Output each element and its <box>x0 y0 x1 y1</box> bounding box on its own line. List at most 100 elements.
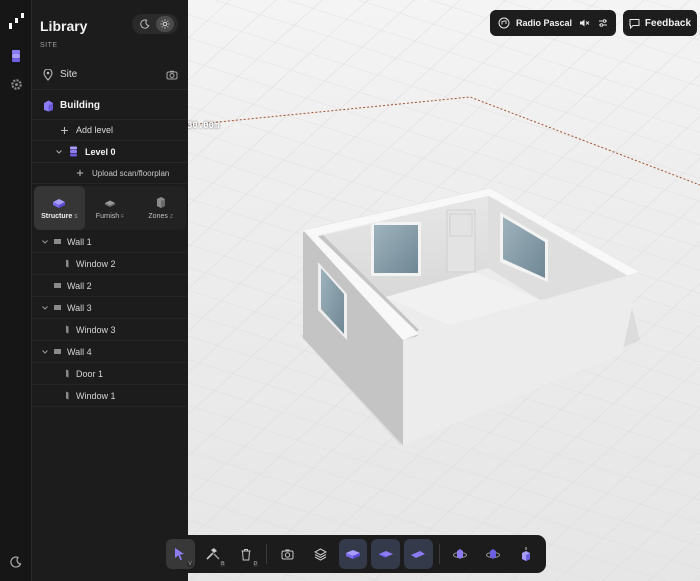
plus-icon <box>58 124 70 136</box>
tab-structure[interactable]: Structure S <box>34 186 85 230</box>
select-tool-button[interactable]: V <box>166 539 195 569</box>
build-key: B <box>220 561 226 567</box>
tree-item-label: Wall 1 <box>67 236 92 247</box>
door-icon <box>62 369 71 378</box>
tree-item-label: Window 2 <box>76 258 116 269</box>
level-stack-icon <box>67 146 79 158</box>
window-icon <box>62 259 71 268</box>
chevron-down-icon[interactable] <box>40 237 50 247</box>
orbit-right-button[interactable] <box>479 539 508 569</box>
window-2-glass <box>374 225 418 273</box>
tab-furnish-label: Furnish <box>95 212 120 220</box>
map-pin-icon <box>42 68 54 81</box>
building-label: Building <box>60 100 100 111</box>
building-row[interactable]: Building <box>32 92 188 120</box>
plus-icon <box>74 167 86 179</box>
window-icon <box>62 391 71 400</box>
select-key: V <box>187 561 193 567</box>
add-level-button[interactable]: Add level <box>32 120 188 141</box>
exploded-levels-icon <box>378 551 393 558</box>
tab-structure-label: Structure <box>41 212 73 220</box>
tab-furnish[interactable]: Furnish F <box>85 186 136 230</box>
wall-icon <box>53 347 62 356</box>
zones-icon <box>156 197 165 208</box>
panel-subtitle: SITE <box>40 42 58 49</box>
chevron-down-icon[interactable] <box>40 347 50 357</box>
chevron-down-icon[interactable] <box>40 303 50 313</box>
tab-zones[interactable]: Zones Z <box>135 186 186 230</box>
bottom-toolbar: V B D <box>160 535 546 573</box>
delete-key: D <box>252 561 259 567</box>
icon-rail <box>0 0 32 581</box>
build-tool-button[interactable]: B <box>199 539 228 569</box>
site-label: Site <box>60 69 78 80</box>
stacked-levels-icon <box>345 550 360 559</box>
view-stacked-button[interactable] <box>338 539 368 569</box>
tab-zones-label: Zones <box>148 213 168 220</box>
panel-title: Library <box>40 18 88 34</box>
delete-tool-button[interactable]: D <box>231 539 260 569</box>
tab-structure-key: S <box>74 213 78 220</box>
feedback-button[interactable]: Feedback <box>623 10 697 36</box>
tab-zones-key: Z <box>169 214 173 220</box>
view-solo-button[interactable] <box>404 539 433 569</box>
radio-player[interactable]: Radio Pascal <box>490 10 616 36</box>
trash-icon <box>241 548 251 560</box>
level-label: Level 0 <box>85 146 116 157</box>
chevron-down-icon[interactable] <box>54 147 64 157</box>
camera-icon[interactable] <box>166 69 178 81</box>
hammer-wrench-icon <box>206 548 220 560</box>
settings-gear-icon[interactable] <box>6 74 26 94</box>
theme-toggle[interactable] <box>132 14 178 34</box>
furnish-icon <box>105 200 115 207</box>
building-icon <box>42 100 54 112</box>
app-logo-icon <box>8 12 26 30</box>
upload-scan-button[interactable]: Upload scan/floorplan <box>32 163 188 184</box>
tree-item-window-2[interactable]: Window 2 <box>32 253 188 275</box>
structure-icon <box>53 198 66 208</box>
upload-label: Upload scan/floorplan <box>92 168 170 178</box>
window-icon <box>62 325 71 334</box>
toolbar-divider <box>438 544 440 564</box>
tree-item-label: Door 1 <box>76 368 104 379</box>
layers-building-icon[interactable] <box>6 46 26 66</box>
tree-item-window-3[interactable]: Window 3 <box>32 319 188 341</box>
wall-icon <box>53 281 62 290</box>
door-1[interactable] <box>446 209 476 273</box>
orbit-right-icon <box>485 549 500 559</box>
orbit-left-button[interactable] <box>446 539 475 569</box>
library-panel: Library SITE Site Building Add level Lev… <box>32 0 188 581</box>
tree-item-label: Wall 4 <box>67 346 92 357</box>
top-view-button[interactable] <box>511 539 540 569</box>
tree-item-label: Wall 2 <box>67 280 92 291</box>
level-0-row[interactable]: Level 0 <box>32 141 188 163</box>
sliders-icon[interactable] <box>598 18 608 28</box>
mute-icon[interactable] <box>579 18 590 28</box>
message-icon <box>629 18 640 29</box>
tree-item-wall-4[interactable]: Wall 4 <box>32 341 188 363</box>
radio-label: Radio Pascal <box>516 18 573 28</box>
theme-dark-moon-icon[interactable] <box>136 16 154 32</box>
library-tabs: Structure S Furnish F Zones Z <box>34 186 186 230</box>
panel-header: Library SITE <box>40 18 87 49</box>
wall-icon <box>53 303 62 312</box>
cursor-icon <box>175 548 185 561</box>
theme-light-sun-icon[interactable] <box>156 16 174 32</box>
tree-item-wall-1[interactable]: Wall 1 <box>32 231 188 253</box>
orbit-left-icon <box>453 549 468 559</box>
add-level-label: Add level <box>76 125 114 135</box>
dark-mode-moon-icon[interactable] <box>6 552 26 572</box>
tree-item-wall-3[interactable]: Wall 3 <box>32 297 188 319</box>
tree-item-label: Window 1 <box>76 390 116 401</box>
tree-item-wall-2[interactable]: Wall 2 <box>32 275 188 297</box>
feedback-label: Feedback <box>644 17 692 29</box>
view-exploded-button[interactable] <box>371 539 401 569</box>
radio-icon <box>498 17 510 29</box>
solo-level-icon <box>411 551 426 558</box>
site-row[interactable]: Site <box>32 60 188 90</box>
tree-item-window-1[interactable]: Window 1 <box>32 385 188 407</box>
camera-snapshot-button[interactable] <box>273 539 302 569</box>
layers-button[interactable] <box>306 539 335 569</box>
tab-furnish-key: F <box>121 213 125 220</box>
tree-item-door-1[interactable]: Door 1 <box>32 363 188 385</box>
